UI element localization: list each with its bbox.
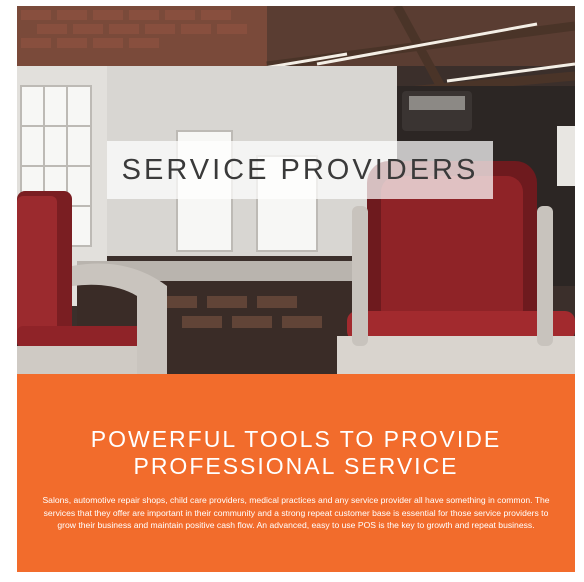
hero-title: SERVICE PROVIDERS bbox=[121, 153, 479, 186]
headline-line-2: PROFESSIONAL SERVICE bbox=[133, 453, 459, 479]
headline-line-1: POWERFUL TOOLS TO PROVIDE bbox=[90, 426, 502, 452]
description-section: POWERFUL TOOLS TO PROVIDE PROFESSIONAL S… bbox=[17, 374, 575, 572]
hero-image: SERVICE PROVIDERS bbox=[17, 6, 575, 374]
section-headline: POWERFUL TOOLS TO PROVIDE PROFESSIONAL S… bbox=[61, 426, 531, 480]
service-providers-card: SERVICE PROVIDERS POWERFUL TOOLS TO PROV… bbox=[17, 6, 575, 572]
hero-title-box: SERVICE PROVIDERS bbox=[107, 141, 493, 199]
section-body: Salons, automotive repair shops, child c… bbox=[42, 495, 550, 530]
